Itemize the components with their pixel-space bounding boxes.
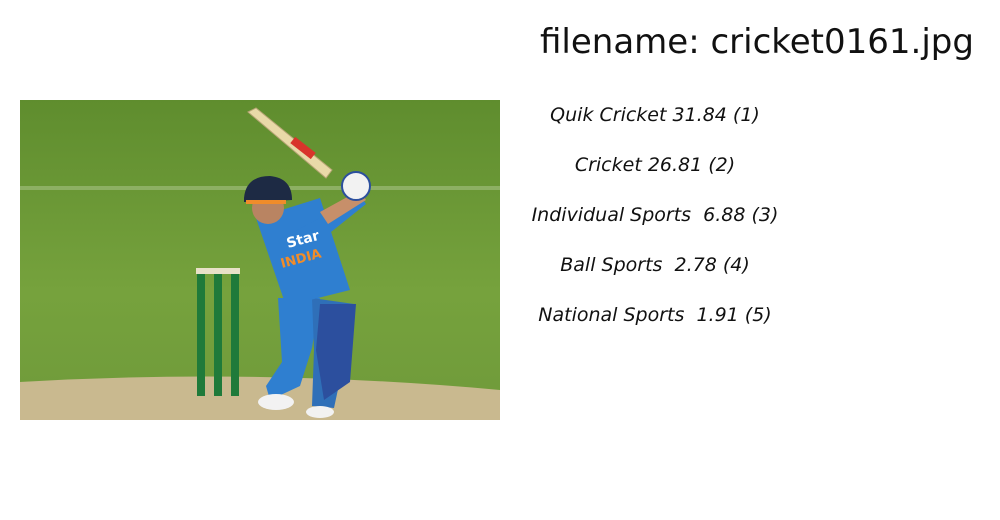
- prediction-list: Quik Cricket 31.84 (1) Cricket 26.81 (2)…: [530, 100, 780, 350]
- prediction-item: Cricket 26.81 (2): [574, 154, 736, 176]
- prediction-item: Quik Cricket 31.84 (1): [550, 104, 760, 126]
- prediction-item: Individual Sports 6.88 (3): [531, 204, 779, 226]
- prediction-item: National Sports 1.91 (5): [538, 304, 772, 326]
- grass-field: [20, 100, 500, 420]
- stumps: [196, 268, 240, 396]
- filename-title: filename: cricket0161.jpg: [540, 22, 974, 62]
- prediction-item: Ball Sports 2.78 (4): [560, 254, 750, 276]
- cricket-photo: Star INDIA: [20, 100, 500, 420]
